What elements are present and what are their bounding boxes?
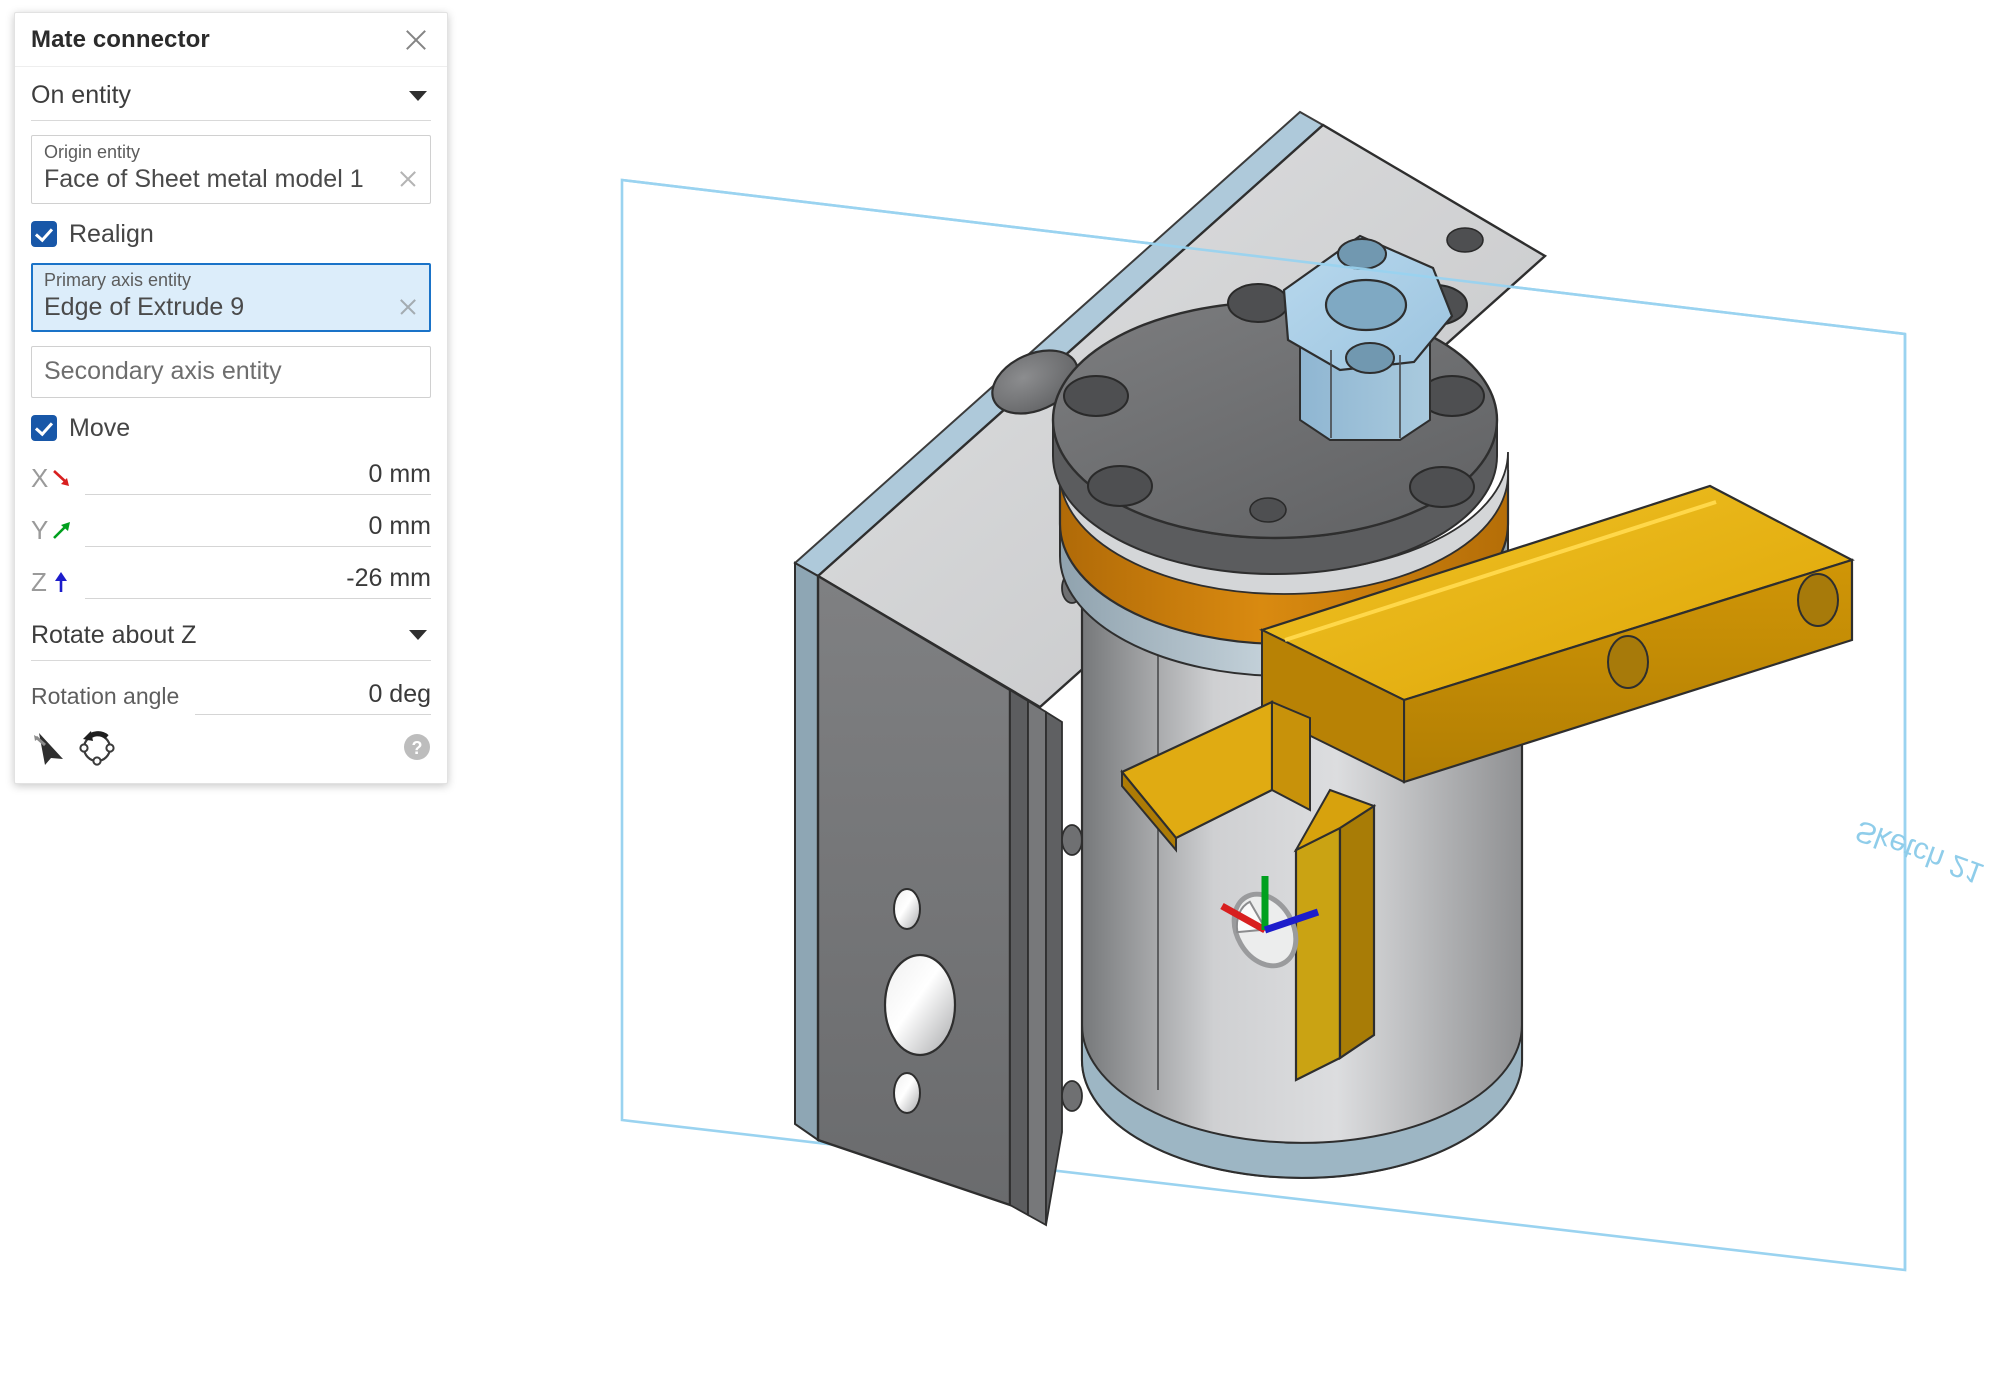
offset-y-letter: Y bbox=[31, 517, 48, 543]
primary-axis-entity-label: Primary axis entity bbox=[44, 271, 420, 291]
offset-z-tag: Z bbox=[31, 569, 85, 599]
chevron-down-icon bbox=[409, 630, 427, 640]
arrow-up-right-icon bbox=[51, 519, 73, 541]
offset-z-input[interactable]: -26 mm bbox=[85, 564, 431, 599]
fitting-hole-bottom bbox=[1346, 343, 1394, 373]
rib-hole-2 bbox=[1062, 825, 1082, 855]
bracket-gusset-side bbox=[1272, 702, 1310, 810]
bracket-hole-front bbox=[1608, 636, 1648, 688]
offset-x-letter: X bbox=[31, 465, 48, 491]
dialog-header: Mate connector bbox=[15, 13, 447, 67]
rib-hole-3 bbox=[1062, 1081, 1082, 1111]
offset-y-input[interactable]: 0 mm bbox=[85, 512, 431, 547]
origin-entity-label: Origin entity bbox=[44, 143, 420, 163]
block-groove-2 bbox=[1028, 701, 1046, 1225]
move-checkbox-row[interactable]: Move bbox=[31, 414, 431, 443]
offset-z-letter: Z bbox=[31, 569, 47, 595]
rotation-angle-input[interactable]: 0 deg bbox=[195, 680, 431, 715]
realign-checkbox-row[interactable]: Realign bbox=[31, 220, 431, 249]
app-root: Sketch 21 Mate connector On entity bbox=[0, 0, 1999, 1399]
dialog-body: On entity Origin entity Face of Sheet me… bbox=[15, 71, 447, 783]
disk-bolt-hole-2 bbox=[1088, 466, 1152, 506]
arrow-down-right-icon bbox=[51, 467, 73, 489]
move-checkbox[interactable] bbox=[31, 415, 57, 441]
origin-entity-value: Face of Sheet metal model 1 bbox=[44, 165, 396, 194]
block-left-blue-edge bbox=[795, 563, 818, 1140]
offset-x-tag: X bbox=[31, 465, 85, 495]
disk-bolt-hole-3 bbox=[1228, 284, 1288, 322]
primary-axis-entity-field[interactable]: Primary axis entity Edge of Extrude 9 bbox=[31, 263, 431, 332]
offset-z-row: Z -26 mm bbox=[31, 557, 431, 599]
block-groove bbox=[1010, 690, 1028, 1215]
svg-text:?: ? bbox=[412, 738, 423, 758]
primary-axis-entity-value: Edge of Extrude 9 bbox=[44, 293, 396, 322]
rotate-about-value: Rotate about Z bbox=[31, 621, 409, 650]
close-icon[interactable] bbox=[399, 23, 433, 57]
svg-text:Sketch 21: Sketch 21 bbox=[1851, 813, 1988, 890]
offset-y-row: Y 0 mm bbox=[31, 505, 431, 547]
disk-pin-hole-2 bbox=[1250, 498, 1286, 522]
block-small-hole-bottom bbox=[894, 1073, 920, 1113]
cursor-arrow-icon[interactable] bbox=[31, 727, 75, 767]
bracket-hole-right bbox=[1798, 574, 1838, 626]
sketch-plane-label[interactable]: Sketch 21 bbox=[1851, 813, 1988, 890]
rotation-angle-label: Rotation angle bbox=[31, 683, 179, 715]
move-label: Move bbox=[69, 414, 130, 443]
disk-bolt-hole-6 bbox=[1410, 467, 1474, 507]
secondary-axis-entity-placeholder: Secondary axis entity bbox=[44, 357, 282, 385]
rotation-angle-row: Rotation angle 0 deg bbox=[31, 675, 431, 715]
rotate-about-select[interactable]: Rotate about Z bbox=[31, 611, 431, 661]
realign-label: Realign bbox=[69, 220, 154, 249]
secondary-axis-entity-field[interactable]: Secondary axis entity bbox=[31, 346, 431, 398]
realign-checkbox[interactable] bbox=[31, 221, 57, 247]
mate-type-select[interactable]: On entity bbox=[31, 71, 431, 121]
page-title: Mate connector bbox=[31, 26, 399, 54]
offset-x-row: X 0 mm bbox=[31, 453, 431, 495]
help-icon[interactable]: ? bbox=[403, 733, 431, 761]
arrow-up-icon bbox=[50, 571, 72, 593]
mate-connector-dialog[interactable]: Mate connector On entity Origin entity F… bbox=[14, 12, 448, 784]
chevron-down-icon bbox=[409, 91, 427, 101]
block-small-hole-top bbox=[894, 889, 920, 929]
reorient-cycle-icon[interactable] bbox=[75, 727, 119, 767]
mate-type-value: On entity bbox=[31, 81, 409, 110]
block-rib-face bbox=[1046, 712, 1062, 1225]
offset-y-tag: Y bbox=[31, 517, 85, 547]
origin-entity-field[interactable]: Origin entity Face of Sheet metal model … bbox=[31, 135, 431, 204]
disk-pin-hole-1 bbox=[1447, 228, 1483, 252]
dialog-footer: ? bbox=[31, 725, 431, 769]
block-large-hole bbox=[885, 955, 955, 1055]
fitting-hole-top bbox=[1338, 239, 1386, 269]
primary-axis-entity-clear-icon[interactable] bbox=[396, 295, 420, 319]
bracket-leg-front bbox=[1296, 828, 1340, 1080]
disk-bolt-hole-1 bbox=[1064, 376, 1128, 416]
bracket-leg-side bbox=[1340, 806, 1374, 1058]
offset-x-input[interactable]: 0 mm bbox=[85, 460, 431, 495]
origin-entity-clear-icon[interactable] bbox=[396, 167, 420, 191]
fitting-center-bore bbox=[1326, 280, 1406, 330]
